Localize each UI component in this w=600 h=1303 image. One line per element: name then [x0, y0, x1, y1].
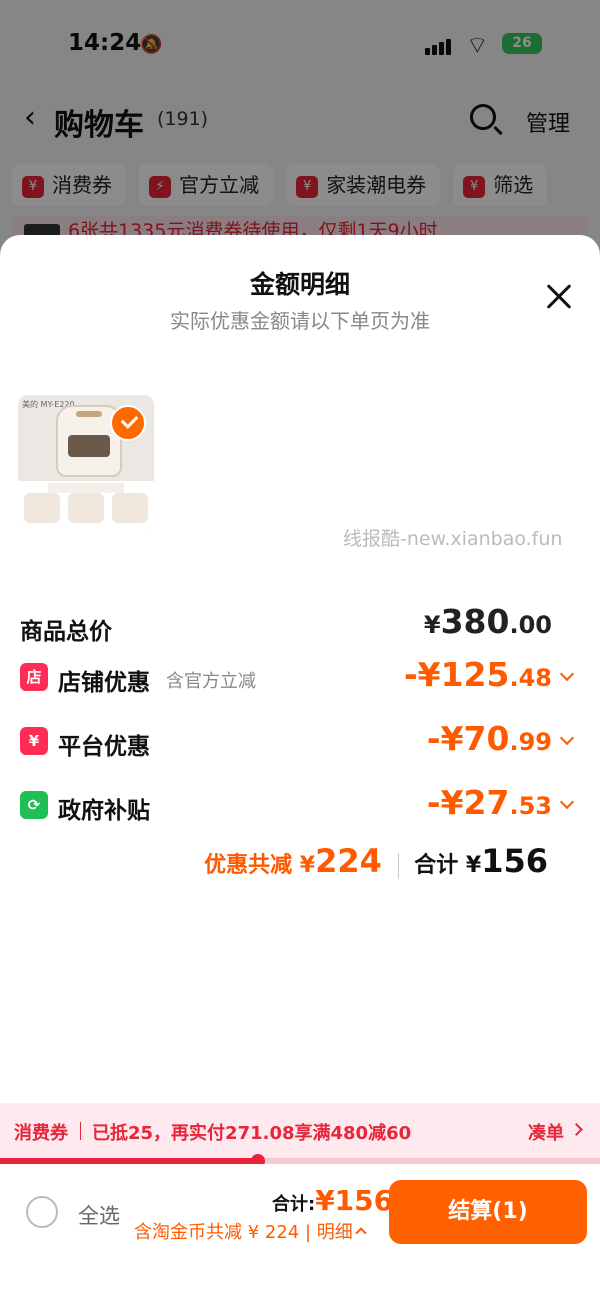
discount-label: 平台优惠: [58, 734, 150, 760]
selected-check-icon[interactable]: [110, 405, 146, 441]
discount-label: 政府补贴: [58, 798, 150, 824]
divider: [80, 1122, 81, 1140]
coupon-progress-bar[interactable]: 消费券 已抵25，再实付271.08享满480减60 凑单: [0, 1103, 600, 1159]
close-icon[interactable]: [540, 279, 576, 315]
checkout-button[interactable]: 结算(1): [389, 1180, 587, 1244]
discount-row-store[interactable]: 店 店铺优惠 含官方立减 -¥125.48: [0, 655, 600, 703]
discount-row-platform[interactable]: ¥ 平台优惠 -¥70.99: [0, 719, 600, 767]
store-icon: 店: [20, 663, 48, 691]
total-discount: 优惠共减 ¥224: [204, 842, 382, 880]
total-payable: 合计 ¥156: [414, 842, 548, 880]
discount-detail-toggle[interactable]: 含淘金币共减 ¥ 224 | 明细: [134, 1218, 367, 1244]
chevron-down-icon: [559, 794, 575, 810]
discount-label: 店铺优惠: [58, 670, 150, 696]
discount-amount: -¥27.53: [426, 783, 552, 822]
add-items-link[interactable]: 凑单: [528, 1119, 564, 1145]
goods-total-amount: ¥380.00: [423, 602, 552, 641]
platform-coupon-icon: ¥: [20, 727, 48, 755]
chevron-down-icon: [559, 666, 575, 682]
discount-amount: -¥70.99: [426, 719, 552, 758]
bottom-total: 合计:¥156: [272, 1184, 394, 1217]
sheet-subtitle: 实际优惠金额请以下单页为准: [170, 309, 430, 333]
discount-sublabel: 含官方立减: [166, 671, 256, 692]
coupon-label: 消费券: [14, 1123, 68, 1144]
select-all-radio[interactable]: [26, 1196, 58, 1228]
checkout-bar: 全选 合计:¥156 含淘金币共减 ¥ 224 | 明细 结算(1): [0, 1164, 600, 1303]
divider: [397, 853, 399, 879]
discount-row-subsidy[interactable]: ⟳ 政府补贴 -¥27.53: [0, 783, 600, 831]
discount-summary: 优惠共减 ¥224 合计 ¥156: [204, 842, 548, 882]
goods-total-row: 商品总价 ¥380.00: [0, 602, 600, 660]
discount-amount: -¥125.48: [403, 655, 552, 694]
select-all-label[interactable]: 全选: [78, 1200, 120, 1230]
chevron-down-icon: [559, 730, 575, 746]
chevron-right-icon: [570, 1123, 583, 1136]
sheet-title: 金额明细: [249, 270, 350, 299]
watermark: 线报酷-new.xianbao.fun: [343, 528, 563, 550]
chevron-up-icon: [355, 1227, 367, 1239]
coupon-text: 已抵25，再实付271.08享满480减60: [92, 1123, 412, 1144]
goods-total-label: 商品总价: [20, 619, 112, 645]
subsidy-icon: ⟳: [20, 791, 48, 819]
